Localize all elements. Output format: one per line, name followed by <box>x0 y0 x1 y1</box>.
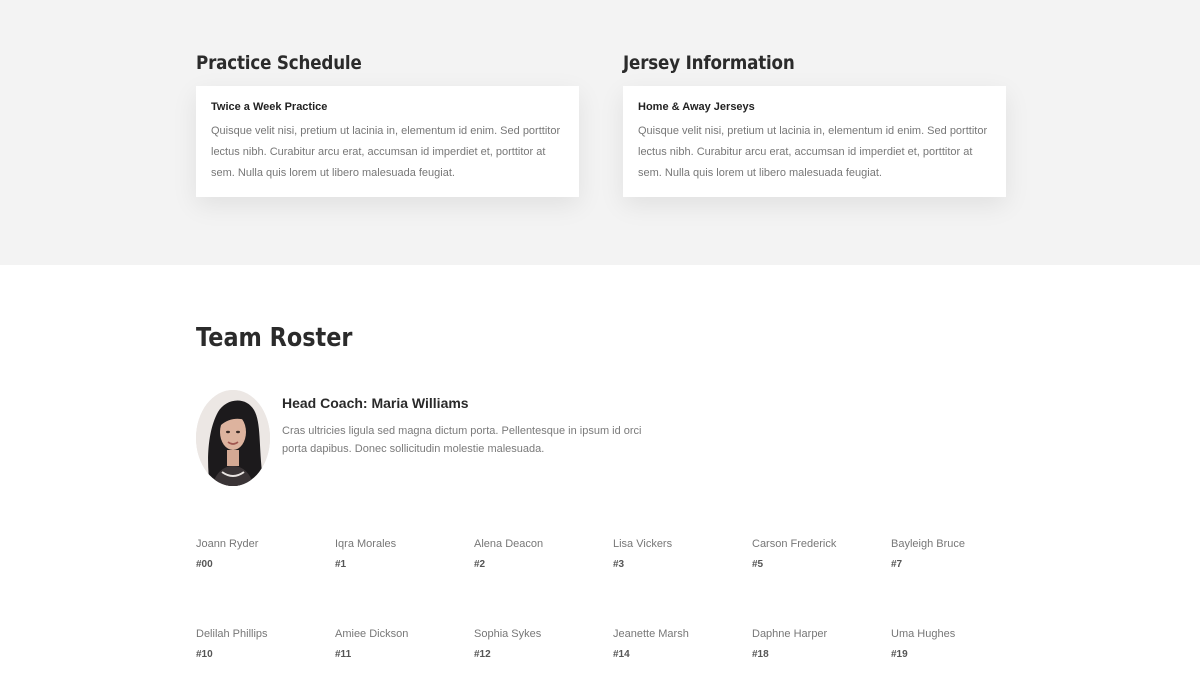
practice-schedule-card: Twice a Week Practice Quisque velit nisi… <box>196 86 579 197</box>
player-number: #18 <box>752 649 769 660</box>
coach-name: Head Coach: Maria Williams <box>282 395 469 411</box>
player-number: #19 <box>891 649 908 660</box>
practice-card-title: Twice a Week Practice <box>211 101 328 113</box>
player-number: #3 <box>613 559 625 570</box>
player-card: Lisa Vickers #3 <box>613 537 743 572</box>
jersey-information-column: Jersey Information Home & Away Jerseys Q… <box>623 50 1006 197</box>
practice-schedule-column: Practice Schedule Twice a Week Practice … <box>196 50 579 197</box>
player-name: Daphne Harper <box>752 628 828 640</box>
player-card: Uma Hughes #19 <box>891 627 1021 662</box>
jersey-information-card: Home & Away Jerseys Quisque velit nisi, … <box>623 86 1006 197</box>
coach-portrait-image <box>196 390 270 486</box>
player-number: #5 <box>752 559 764 570</box>
coach-bio: Cras ultricies ligula sed magna dictum p… <box>282 425 642 455</box>
player-number: #2 <box>474 559 486 570</box>
player-card: Sophia Sykes #12 <box>474 627 604 662</box>
player-card: Jeanette Marsh #14 <box>613 627 743 662</box>
player-card: Amiee Dickson #11 <box>335 627 465 662</box>
jersey-card-title: Home & Away Jerseys <box>638 101 755 113</box>
player-card: Alena Deacon #2 <box>474 537 604 572</box>
player-name: Iqra Morales <box>335 538 397 550</box>
player-name: Alena Deacon <box>474 538 544 550</box>
player-name: Jeanette Marsh <box>613 628 689 640</box>
player-card: Carson Frederick #5 <box>752 537 882 572</box>
player-card: Joann Ryder #00 <box>196 537 326 572</box>
head-coach-profile: Head Coach: Maria Williams Cras ultricie… <box>196 390 656 486</box>
roster-row-1: Joann Ryder #00 Iqra Morales #1 Alena De… <box>196 537 1036 577</box>
player-number: #11 <box>335 649 352 660</box>
jersey-information-heading: Jersey Information <box>623 52 795 74</box>
player-name: Lisa Vickers <box>613 538 673 550</box>
player-card: Bayleigh Bruce #7 <box>891 537 1021 572</box>
team-roster-heading: Team Roster <box>196 323 353 353</box>
player-card: Delilah Phillips #10 <box>196 627 326 662</box>
player-name: Carson Frederick <box>752 538 837 550</box>
player-name: Uma Hughes <box>891 628 956 640</box>
player-name: Amiee Dickson <box>335 628 409 640</box>
roster-row-2: Delilah Phillips #10 Amiee Dickson #11 S… <box>196 627 1036 667</box>
player-number: #12 <box>474 649 491 660</box>
jersey-card-body: Quisque velit nisi, pretium ut lacinia i… <box>638 125 988 179</box>
player-number: #10 <box>196 649 213 660</box>
player-number: #1 <box>335 559 347 570</box>
player-name: Bayleigh Bruce <box>891 538 965 550</box>
coach-avatar <box>196 390 270 486</box>
player-number: #7 <box>891 559 903 570</box>
player-name: Delilah Phillips <box>196 628 268 640</box>
player-name: Joann Ryder <box>196 538 259 550</box>
player-number: #14 <box>613 649 630 660</box>
player-card: Daphne Harper #18 <box>752 627 882 662</box>
info-section: Practice Schedule Twice a Week Practice … <box>0 0 1200 265</box>
player-card: Iqra Morales #1 <box>335 537 465 572</box>
practice-schedule-heading: Practice Schedule <box>196 52 362 74</box>
practice-card-body: Quisque velit nisi, pretium ut lacinia i… <box>211 125 561 179</box>
player-name: Sophia Sykes <box>474 628 542 640</box>
player-number: #00 <box>196 559 213 570</box>
